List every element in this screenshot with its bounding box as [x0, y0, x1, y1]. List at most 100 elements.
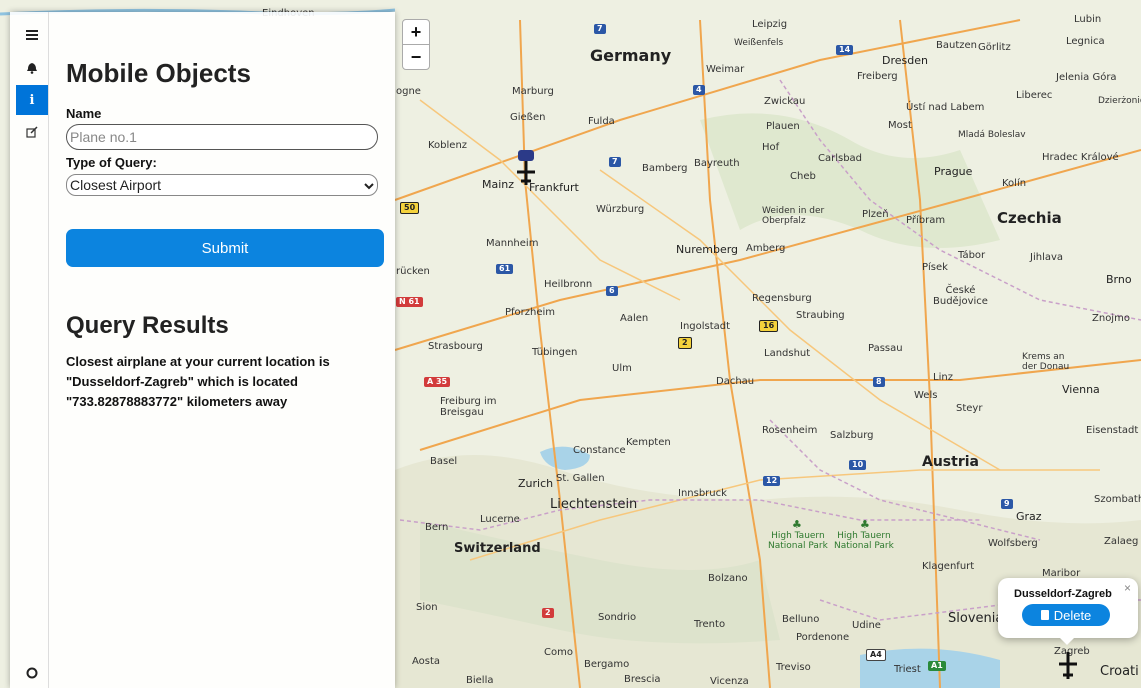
map-label-szombathely: Szombathel — [1094, 494, 1141, 505]
map-label-fulda: Fulda — [588, 116, 615, 127]
delete-button[interactable]: Delete — [1022, 604, 1110, 626]
map-label-constance: Constance — [573, 445, 626, 456]
map-label-lucerne: Lucerne — [480, 514, 520, 525]
map-label-weimar: Weimar — [706, 64, 745, 75]
map-label-dzierzonio: Dzierżonió — [1098, 96, 1141, 106]
tree-icon: ♣ — [792, 518, 802, 531]
map-label-cheb: Cheb — [790, 171, 816, 182]
map-label-regensburg: Regensburg — [752, 293, 812, 304]
menu-icon[interactable] — [16, 20, 48, 50]
sidebar-tabs: i — [10, 12, 49, 688]
road-shield: 2 — [542, 608, 554, 618]
map-label-stgallen: St. Gallen — [556, 473, 605, 484]
map-label-linz: Linz — [933, 372, 953, 383]
bell-icon[interactable] — [16, 53, 48, 83]
page-title: Mobile Objects — [66, 58, 251, 88]
map-label-high-tauern-2: High Tauern National Park — [834, 531, 894, 551]
map-label-treviso: Treviso — [776, 662, 811, 673]
name-label: Name — [66, 106, 102, 121]
road-shield: 7 — [609, 157, 621, 167]
map-label-aalen: Aalen — [620, 313, 649, 324]
map-label-wels: Wels — [914, 390, 938, 401]
map-label-zwickau: Zwickau — [764, 96, 806, 107]
map-label-ceske: České Budějovice — [933, 285, 988, 307]
edit-icon[interactable] — [16, 117, 48, 147]
road-shield: 6 — [606, 286, 618, 296]
map-label-dachau: Dachau — [716, 376, 755, 387]
chevron-down-icon — [364, 177, 374, 193]
road-shield: 8 — [873, 377, 885, 387]
map-label-freiberg: Freiberg — [857, 71, 898, 82]
map-label-jihlava: Jihlava — [1030, 252, 1064, 263]
map-label-legnica: Legnica — [1066, 36, 1105, 47]
map-label-amberg: Amberg — [746, 243, 786, 254]
map-label-rosenheim: Rosenheim — [762, 425, 818, 436]
road-shield: 2 — [678, 337, 692, 349]
map-label-switzerland: Switzerland — [454, 541, 541, 556]
map-label-basel: Basel — [430, 456, 458, 467]
map-label-koblenz: Koblenz — [428, 140, 468, 151]
query-type-label: Type of Query: — [66, 155, 157, 170]
map-label-ustinad: Ústí nad Labem — [906, 102, 985, 113]
zoom-out-button[interactable]: − — [402, 44, 430, 70]
road-shield: 50 — [400, 202, 420, 214]
map-label-bolzano: Bolzano — [708, 573, 748, 584]
delete-label: Delete — [1053, 607, 1092, 623]
zoom-in-button[interactable]: + — [402, 19, 430, 45]
map-label-kempten: Kempten — [626, 437, 671, 448]
map-label-bayreuth: Bayreuth — [694, 158, 740, 169]
close-icon[interactable]: × — [1124, 581, 1131, 595]
map-label-strasbourg: Strasbourg — [428, 341, 483, 352]
map-label-kolin: Kolín — [1002, 178, 1027, 189]
map-label-salzburg: Salzburg — [830, 430, 874, 441]
info-pane: Mobile Objects Name Type of Query: Close… — [50, 12, 395, 688]
query-type-value: Closest Airport — [70, 177, 162, 193]
map-label-krems: Krems an der Donau — [1022, 352, 1070, 372]
map-label-cologne: ogne — [396, 86, 421, 97]
map-label-klagenfurt: Klagenfurt — [922, 561, 975, 572]
map-label-marburg: Marburg — [512, 86, 554, 97]
road-shield: A4 — [866, 649, 886, 661]
map-label-landshut: Landshut — [764, 348, 811, 359]
map-label-germany: Germany — [590, 46, 672, 65]
query-type-select[interactable]: Closest Airport — [66, 174, 378, 196]
name-input[interactable] — [66, 124, 378, 150]
map-label-tabor: Tábor — [958, 250, 986, 261]
map-label-wolfsberg: Wolfsberg — [988, 538, 1038, 549]
map-label-mlada: Mladá Boleslav — [958, 130, 1026, 140]
airplane-marker[interactable] — [1057, 652, 1079, 680]
map-label-brescia: Brescia — [624, 674, 661, 685]
map-label-wurzburg: Würzburg — [596, 204, 645, 215]
map-label-gorlitz: Görlitz — [978, 42, 1011, 53]
github-icon[interactable] — [16, 658, 48, 688]
map-label-prague: Prague — [934, 165, 973, 178]
map-label-steyr: Steyr — [956, 403, 983, 414]
map-label-straubing: Straubing — [796, 310, 845, 321]
map-label-sondrio: Sondrio — [598, 612, 637, 623]
map-label-tubingen: Tübingen — [532, 347, 578, 358]
map-label-mainz: Mainz — [482, 178, 515, 191]
map-label-carlsbad: Carlsbad — [818, 153, 863, 164]
map-label-sion: Sion — [416, 602, 438, 613]
road-shield: 14 — [836, 45, 854, 55]
map-label-udine: Udine — [852, 620, 881, 631]
map-label-slovenia: Slovenia — [948, 611, 1004, 626]
info-icon[interactable]: i — [16, 85, 48, 115]
airplane-marker[interactable] — [515, 150, 537, 186]
map-label-giessen: Gießen — [510, 112, 546, 123]
map-label-jelenia: Jelenia Góra — [1056, 72, 1117, 83]
map-label-zalaeg: Zalaeg — [1104, 536, 1139, 547]
map-label-dresden: Dresden — [882, 54, 928, 67]
map-label-liechtenstein: Liechtenstein — [550, 497, 638, 512]
map-label-plzen: Plzeň — [862, 209, 889, 220]
submit-button[interactable]: Submit — [66, 229, 384, 267]
map-label-weiden: Weiden in der Oberpfalz — [762, 206, 825, 226]
map-label-innsbruck: Innsbruck — [678, 488, 727, 499]
map-label-bern: Bern — [425, 522, 449, 533]
road-shield: A1 — [928, 661, 946, 671]
map-label-passau: Passau — [868, 343, 903, 354]
map-label-plauen: Plauen — [766, 121, 800, 132]
map-label-trieste: Triest — [894, 664, 921, 675]
map-label-saarbrucken: rücken — [396, 266, 430, 277]
map-label-belluno: Belluno — [782, 614, 820, 625]
